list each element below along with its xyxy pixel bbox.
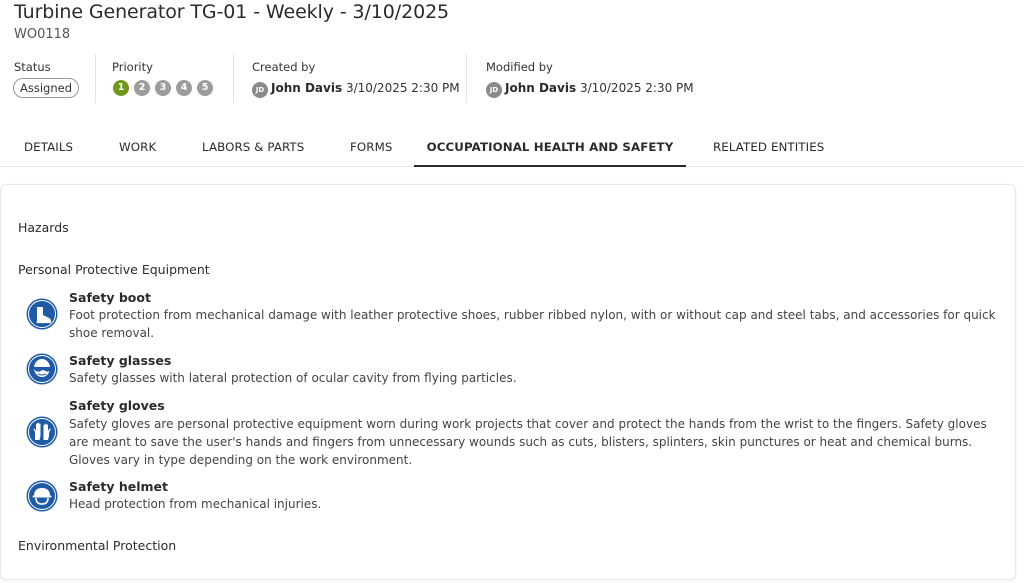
tab-bar: DETAILS WORK LABORS & PARTS FORMS OCCUPA… bbox=[0, 128, 1024, 167]
modified-by-name: John Davis bbox=[505, 81, 577, 95]
page-title: Turbine Generator TG-01 - Weekly - 3/10/… bbox=[14, 1, 450, 23]
modified-by-value: John Davis 3/10/2025 2:30 PM bbox=[505, 81, 694, 95]
modified-date: 3/10/2025 2:30 PM bbox=[579, 81, 694, 95]
work-order-id: WO0118 bbox=[14, 27, 71, 42]
priority-label: Priority bbox=[112, 60, 153, 74]
hazards-heading: Hazards bbox=[18, 220, 69, 235]
created-by-label: Created by bbox=[252, 60, 316, 74]
ppe-item-description: Foot protection from mechanical damage w… bbox=[69, 308, 996, 340]
created-by-name: John Davis bbox=[271, 81, 343, 95]
ppe-item-description: Safety gloves are personal protective eq… bbox=[69, 417, 987, 467]
priority-1[interactable]: 1 bbox=[113, 80, 129, 96]
status-label: Status bbox=[14, 60, 51, 74]
tab-labors-parts[interactable]: LABORS & PARTS bbox=[202, 128, 304, 167]
ppe-item-name: Safety gloves bbox=[69, 398, 165, 413]
ppe-item-description: Safety glasses with lateral protection o… bbox=[69, 371, 517, 385]
boot-icon bbox=[26, 298, 58, 330]
modified-by-label: Modified by bbox=[486, 60, 553, 74]
gloves-icon bbox=[26, 416, 58, 448]
environmental-protection-heading: Environmental Protection bbox=[18, 538, 177, 553]
ppe-heading: Personal Protective Equipment bbox=[18, 262, 210, 277]
ppe-item-name: Safety glasses bbox=[69, 353, 172, 368]
helmet-icon bbox=[26, 480, 58, 512]
priority-5[interactable]: 5 bbox=[197, 80, 213, 96]
meta-divider bbox=[233, 54, 234, 103]
created-date: 3/10/2025 2:30 PM bbox=[345, 81, 460, 95]
status-badge: Assigned bbox=[13, 78, 80, 98]
created-by-value: John Davis 3/10/2025 2:30 PM bbox=[271, 81, 460, 95]
ppe-item-name: Safety boot bbox=[69, 290, 151, 305]
glasses-icon bbox=[26, 353, 58, 385]
priority-3[interactable]: 3 bbox=[155, 80, 171, 96]
ppe-item-name: Safety helmet bbox=[69, 479, 168, 494]
priority-4[interactable]: 4 bbox=[176, 80, 192, 96]
avatar: JD bbox=[252, 82, 268, 98]
tab-forms[interactable]: FORMS bbox=[350, 128, 392, 167]
priority-2[interactable]: 2 bbox=[134, 80, 150, 96]
ppe-item-description: Head protection from mechanical injuries… bbox=[69, 497, 322, 511]
avatar: JD bbox=[486, 82, 502, 98]
tab-details[interactable]: DETAILS bbox=[24, 128, 73, 167]
tab-work[interactable]: WORK bbox=[119, 128, 156, 167]
tab-related-entities[interactable]: RELATED ENTITIES bbox=[713, 128, 824, 167]
tab-occupational-health-safety[interactable]: OCCUPATIONAL HEALTH AND SAFETY bbox=[414, 128, 686, 167]
meta-divider bbox=[466, 54, 467, 103]
meta-divider bbox=[95, 54, 96, 103]
